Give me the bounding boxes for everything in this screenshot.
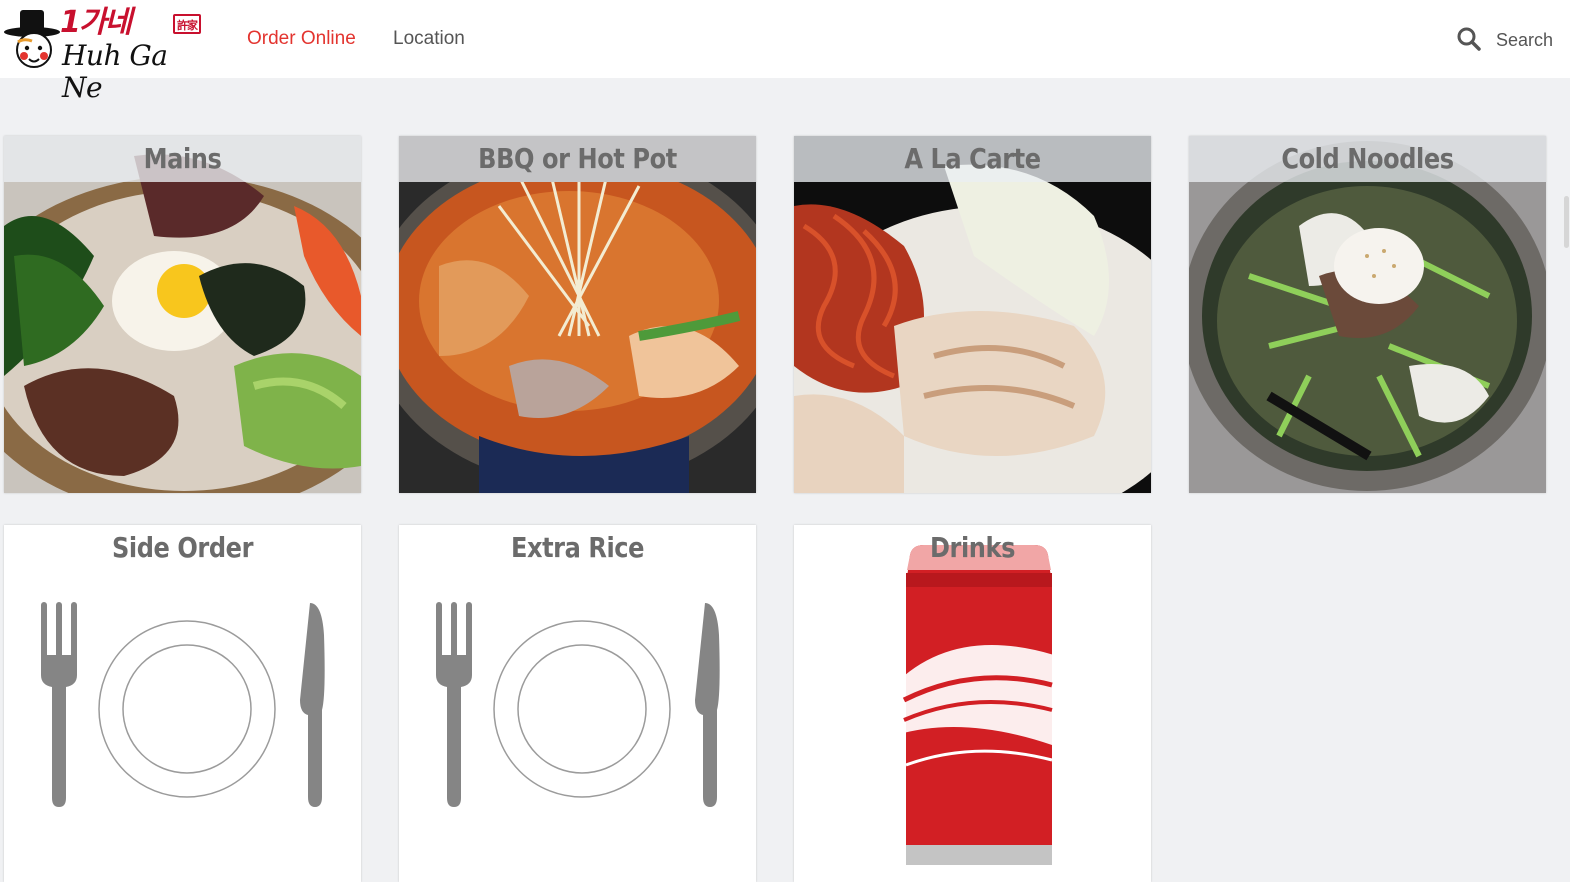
category-title: BBQ or Hot Pot bbox=[478, 142, 677, 175]
mascot-logo-icon bbox=[4, 10, 60, 68]
category-title: Extra Rice bbox=[510, 531, 645, 564]
bbq-hot-pot-image bbox=[399, 136, 756, 493]
category-card-drinks[interactable]: Drinks bbox=[794, 525, 1151, 882]
nav-location[interactable]: Location bbox=[393, 28, 465, 50]
logo-korean-text: 1가네 bbox=[60, 5, 132, 40]
mains-bibimbap-image bbox=[4, 136, 361, 493]
category-title: Drinks bbox=[929, 531, 1016, 564]
category-card-cold-noodles[interactable]: Cold Noodles bbox=[1189, 136, 1546, 493]
category-title: Cold Noodles bbox=[1281, 142, 1454, 175]
cold-noodles-image bbox=[1189, 136, 1546, 493]
logo-english-text: Huh Ga Ne bbox=[62, 39, 168, 104]
brand-logo[interactable]: 1가네 許家 Huh Ga Ne bbox=[2, 4, 214, 104]
category-title: Side Order bbox=[111, 531, 254, 564]
place-setting-image bbox=[399, 525, 756, 882]
place-setting-image bbox=[4, 525, 361, 882]
category-title: Mains bbox=[143, 142, 222, 175]
a-la-carte-image bbox=[794, 136, 1151, 493]
search-icon bbox=[1457, 27, 1481, 51]
category-card-bbq-hot-pot[interactable]: BBQ or Hot Pot bbox=[399, 136, 756, 493]
search-label: Search bbox=[1496, 30, 1554, 50]
page-scrollbar[interactable] bbox=[1564, 196, 1569, 248]
category-card-side-order[interactable]: Side Order bbox=[4, 525, 361, 882]
category-card-extra-rice[interactable]: Extra Rice bbox=[399, 525, 756, 882]
category-card-a-la-carte[interactable]: A La Carte bbox=[794, 136, 1151, 493]
category-card-mains[interactable]: Mains bbox=[4, 136, 361, 493]
category-title: A La Carte bbox=[904, 142, 1041, 175]
nav-order-online[interactable]: Order Online bbox=[247, 28, 356, 50]
cola-can-image bbox=[794, 525, 1151, 882]
logo-hanja-seal: 許家 bbox=[173, 14, 201, 34]
top-navigation-bar: 1가네 許家 Huh Ga Ne Order Online Location S… bbox=[0, 0, 1570, 104]
